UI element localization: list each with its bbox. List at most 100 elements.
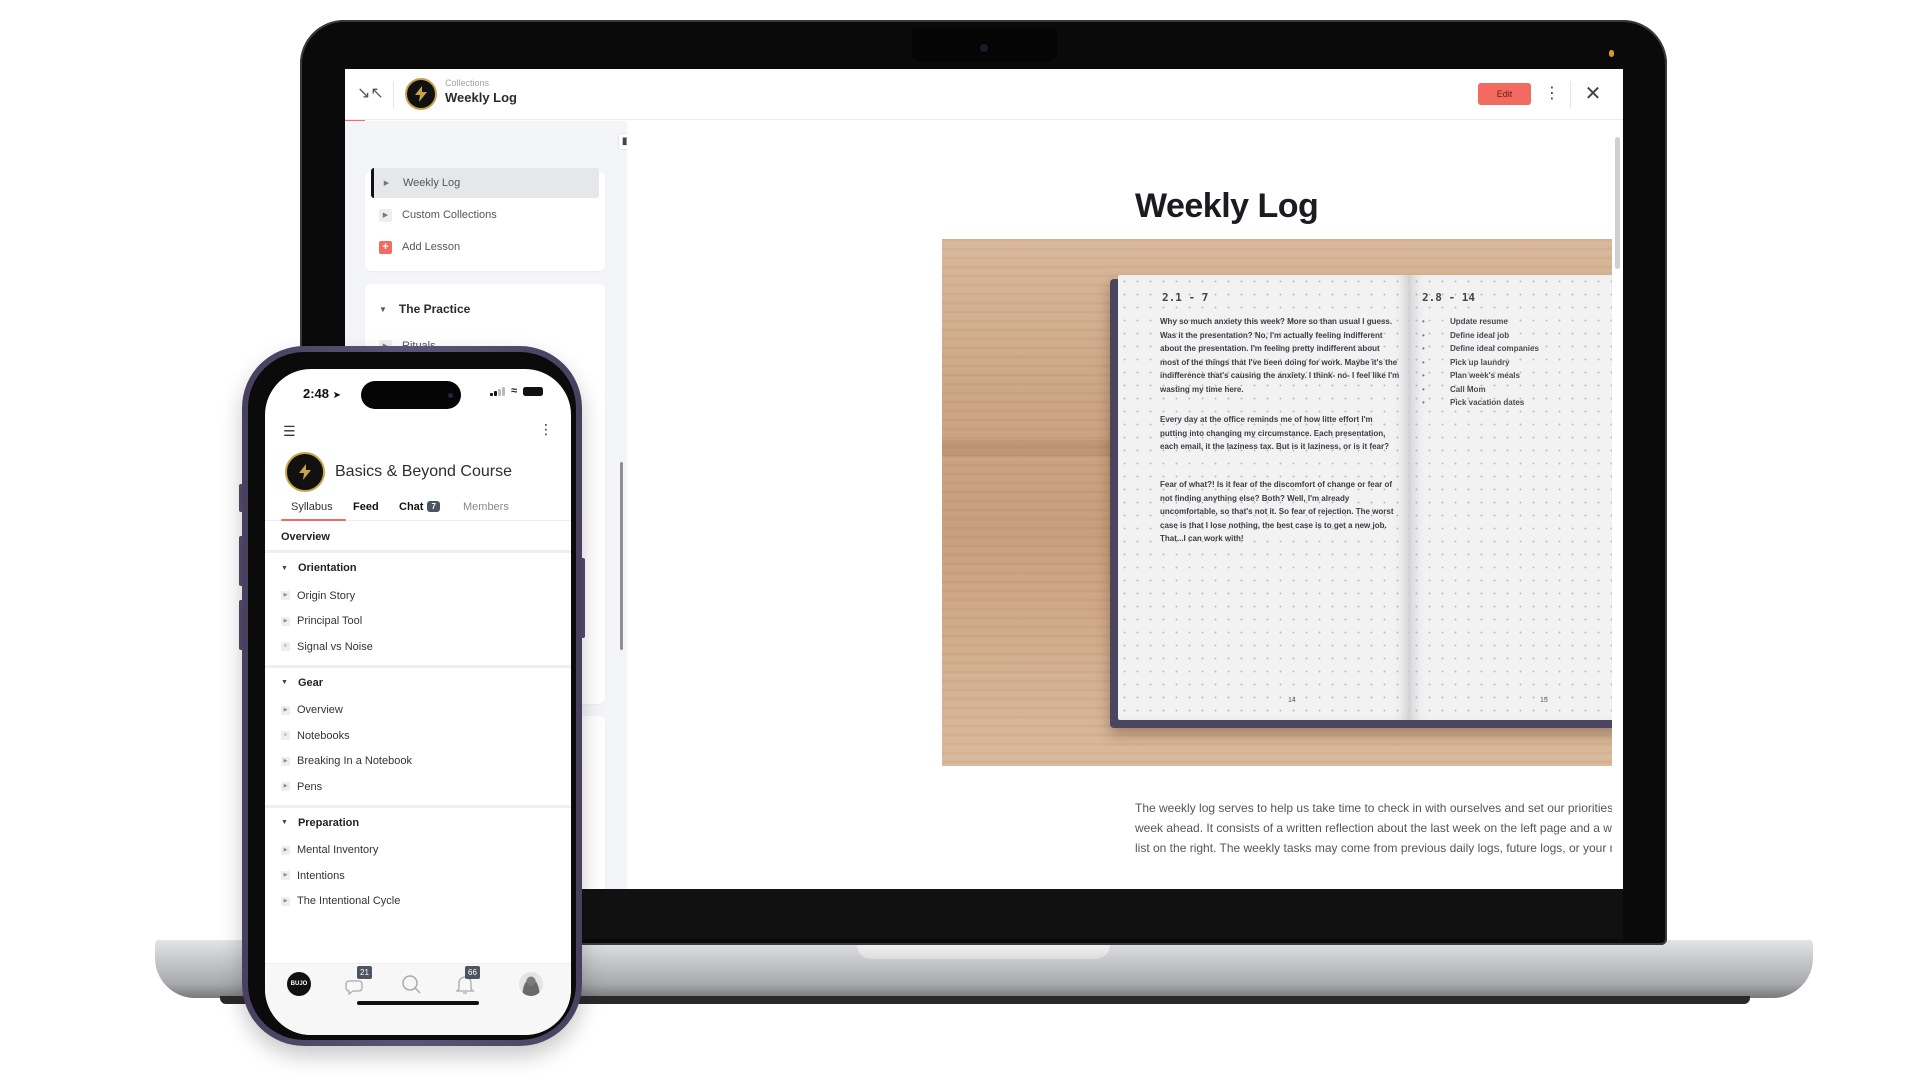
section-header-orientation[interactable]: ▼ Orientation	[265, 553, 571, 583]
home-tab[interactable]: BUJO	[287, 972, 311, 996]
messages-badge: 21	[357, 966, 372, 979]
caret-down-icon: ▼	[379, 304, 387, 314]
collapse-arrows-icon[interactable]: ↘↖	[357, 83, 384, 105]
phone-volume-up-button	[239, 536, 243, 586]
header-divider	[393, 81, 394, 108]
lesson-label: Notebooks	[297, 729, 350, 742]
location-arrow-icon: ➤	[332, 390, 342, 401]
messages-tab[interactable]: 21	[345, 966, 372, 996]
more-options-icon[interactable]: ⋮	[1544, 81, 1560, 107]
sidebar-item-label: Add Lesson	[402, 241, 461, 253]
sidebar-resize-handle[interactable]	[620, 462, 623, 650]
syllabus-list: Overview ▼ Orientation ▶ Origin Story ▶ Pri…	[265, 522, 571, 914]
reflection-paragraph: Fear of what?! Is it fear of the discomf…	[1160, 480, 1394, 543]
play-icon: ▶	[281, 896, 290, 906]
lesson-label: Intentions	[297, 869, 345, 882]
sidebar-item-label: Custom Collections	[402, 209, 497, 221]
page-number: 15	[1540, 697, 1548, 704]
community-logo[interactable]	[405, 78, 437, 110]
home-logo-text: BUJO	[290, 981, 308, 987]
task-item: Plan week's meals	[1422, 369, 1539, 383]
page-number: 14	[1288, 697, 1296, 704]
notifications-tab[interactable]: 66	[453, 966, 480, 996]
dynamic-island	[361, 381, 461, 409]
sidebar-item-weekly-log[interactable]: ▶ Weekly Log	[371, 168, 599, 198]
tab-members[interactable]: Members	[463, 501, 509, 513]
notebook-right-page: 2.8 - 14 Update resume Define ideal job …	[1410, 275, 1623, 720]
play-icon: ▶	[379, 208, 392, 222]
front-camera	[448, 393, 453, 398]
section-header-preparation[interactable]: ▼ Preparation	[265, 808, 571, 838]
hamburger-menu-icon[interactable]: ☰	[283, 424, 299, 438]
lightning-bolt-icon	[415, 86, 427, 102]
notifications-badge: 66	[465, 966, 480, 979]
section-header-gear[interactable]: ▼ Gear	[265, 668, 571, 698]
lesson-item[interactable]: ▶ Overview	[265, 698, 571, 724]
notebook-left-page: 2.1 - 7 Why so much anxiety this week? M…	[1118, 275, 1410, 720]
breadcrumb-title: Weekly Log	[445, 90, 518, 105]
play-icon: ▶	[281, 845, 290, 855]
lesson-item[interactable]: ▶ Pens	[265, 774, 571, 800]
header-divider	[1570, 81, 1571, 108]
lesson-item[interactable]: ▶ Breaking In a Notebook	[265, 749, 571, 775]
phone-frame: 2:48 ➤ ≈ ☰ ⋮ Basics & Beyond Course Syll…	[239, 346, 585, 1046]
task-item: Call Mom	[1422, 383, 1539, 397]
course-title: Basics & Beyond Course	[335, 463, 512, 480]
lesson-item[interactable]: ▶ The Intentional Cycle	[265, 889, 571, 915]
add-lesson-button[interactable]: + Add Lesson	[371, 232, 599, 262]
status-icons: ≈	[490, 385, 543, 397]
sidebar-item-custom-collections[interactable]: ▶ Custom Collections	[371, 200, 599, 230]
lesson-label: Overview	[297, 704, 343, 717]
play-icon: ▶	[281, 756, 290, 766]
home-indicator[interactable]	[357, 1001, 479, 1005]
page-date-heading: 2.8 - 14	[1422, 291, 1475, 304]
task-item: Define ideal companies	[1422, 342, 1539, 356]
list-icon: ≡	[281, 731, 290, 741]
app-header: ↘↖ Collections Weekly Log Edit ⋮ ✕	[345, 69, 1623, 120]
play-icon: ▶	[281, 871, 290, 881]
profile-avatar[interactable]	[519, 972, 543, 996]
lesson-item[interactable]: ▶ Intentions	[265, 863, 571, 889]
syllabus-overview[interactable]: Overview	[265, 522, 571, 553]
section-header-the-practice[interactable]: ▼ The Practice	[379, 302, 470, 316]
edit-button[interactable]: Edit	[1478, 83, 1531, 105]
lesson-item[interactable]: ≡ Signal vs Noise	[265, 634, 571, 660]
lesson-label: Origin Story	[297, 589, 356, 602]
play-icon: ▶	[281, 591, 290, 601]
tab-feed[interactable]: Feed	[353, 501, 379, 513]
task-item: Update resume	[1422, 315, 1539, 329]
lesson-item[interactable]: ▶ Origin Story	[265, 583, 571, 609]
list-icon: ≡	[281, 642, 290, 652]
breadcrumb-parent[interactable]: Collections	[445, 78, 489, 88]
lesson-item[interactable]: ▶ Mental Inventory	[265, 838, 571, 864]
search-icon	[402, 975, 421, 994]
bottom-tab-bar: BUJO 21 66	[265, 963, 571, 1035]
more-options-icon[interactable]: ⋮	[539, 421, 553, 438]
tab-chat[interactable]: Chat 7	[399, 501, 440, 513]
section-title: Gear	[297, 676, 324, 689]
caret-down-icon: ▼	[281, 564, 288, 572]
status-time-text: 2:48	[303, 386, 330, 401]
page-title: Weekly Log	[1135, 187, 1319, 225]
play-icon: ▶	[281, 705, 290, 715]
wifi-icon: ≈	[510, 385, 517, 397]
caret-down-icon: ▼	[281, 819, 288, 826]
reflection-paragraph: Every day at the office reminds me of ho…	[1160, 415, 1389, 451]
course-logo[interactable]	[285, 452, 325, 492]
lesson-item[interactable]: ≡ Notebooks	[265, 723, 571, 749]
content-scrollbar[interactable]	[1615, 137, 1620, 269]
battery-icon	[523, 386, 543, 396]
lesson-label: Breaking In a Notebook	[297, 755, 412, 768]
lesson-content: Weekly Log 2.1 - 7 Why so much anxiety t…	[627, 121, 1623, 889]
play-icon: ▶	[383, 179, 390, 187]
lesson-item[interactable]: ▶ Principal Tool	[265, 609, 571, 635]
weekly-task-list: Update resume Define ideal job Define id…	[1422, 315, 1539, 410]
close-icon[interactable]: ✕	[1582, 81, 1604, 107]
lesson-label: Pens	[297, 780, 323, 793]
tab-syllabus[interactable]: Syllabus	[291, 501, 333, 513]
search-tab[interactable]	[399, 972, 423, 996]
lightning-bolt-icon	[299, 464, 311, 480]
section-title: The Practice	[398, 302, 471, 316]
webcam-icon	[980, 44, 988, 52]
phone-power-button	[581, 558, 585, 638]
